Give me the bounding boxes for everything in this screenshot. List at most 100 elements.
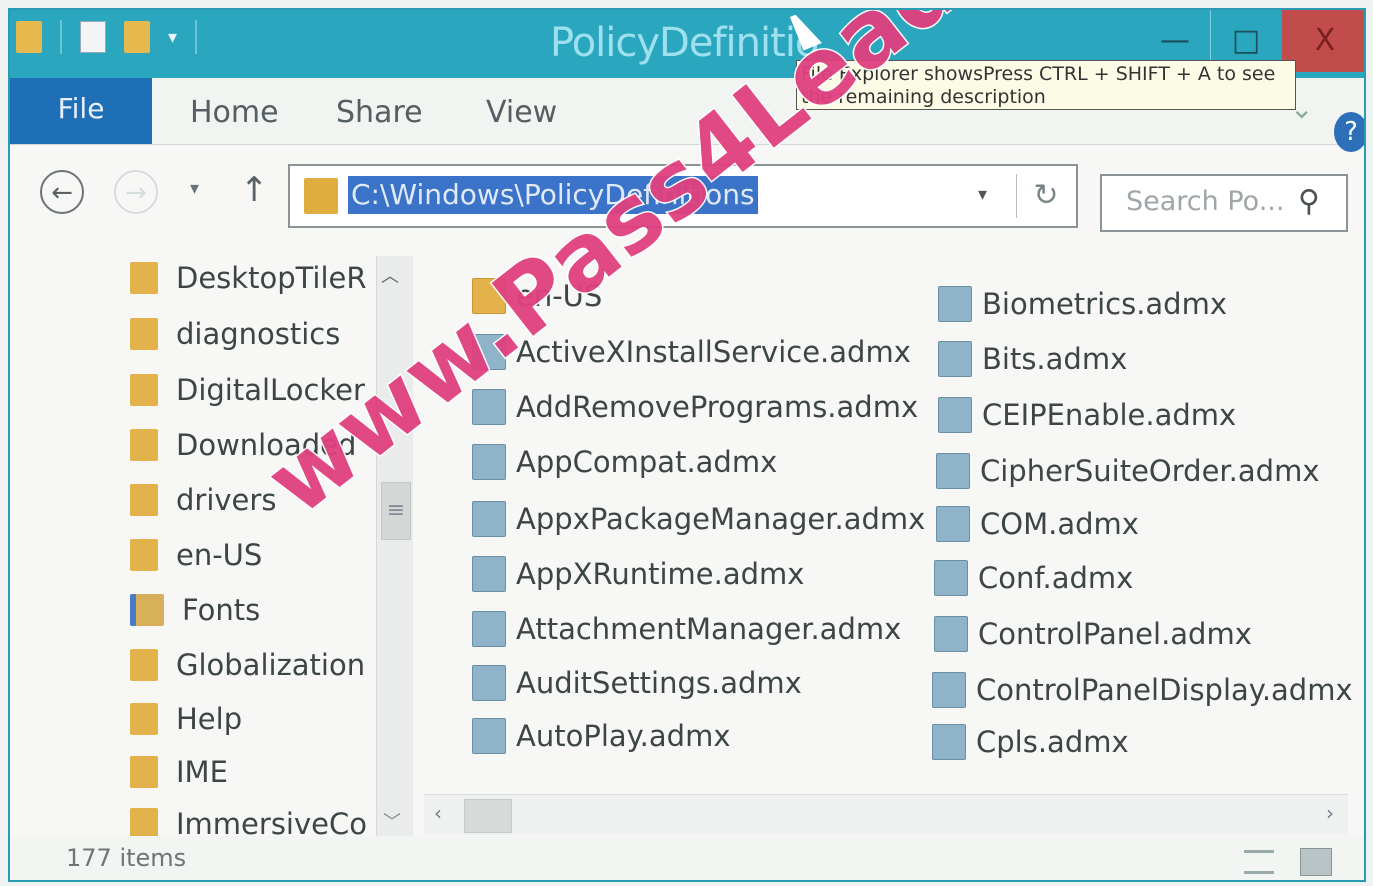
properties-icon[interactable] <box>80 21 106 53</box>
details-view-icon[interactable] <box>1244 850 1274 874</box>
nav-item[interactable]: drivers <box>130 476 276 524</box>
status-bar: 177 items <box>10 836 1364 880</box>
list-item[interactable]: Biometrics.admx <box>938 280 1227 328</box>
admx-file-icon <box>472 611 506 647</box>
nav-item[interactable]: Fonts <box>130 586 260 634</box>
folder-icon <box>130 429 158 461</box>
nav-item[interactable]: ImmersiveCo <box>130 800 367 840</box>
list-item[interactable]: Cpls.admx <box>932 718 1129 766</box>
new-folder-icon[interactable] <box>124 21 150 53</box>
tab-view[interactable]: View <box>486 78 557 144</box>
file-name: AutoPlay.admx <box>516 719 731 753</box>
file-name: ControlPanel.admx <box>978 617 1252 651</box>
scroll-thumb[interactable]: ≡ <box>381 482 411 540</box>
folder-icon[interactable] <box>16 21 42 53</box>
list-item[interactable]: AddRemovePrograms.admx <box>472 383 918 431</box>
nav-item[interactable]: DesktopTileR <box>130 254 367 302</box>
file-name: AttachmentManager.admx <box>516 612 902 646</box>
file-name: AppCompat.admx <box>516 445 778 479</box>
divider <box>195 20 198 54</box>
search-icon[interactable]: ⚲ <box>1298 184 1320 219</box>
tab-file[interactable]: File <box>10 78 152 144</box>
nav-item-label: Fonts <box>182 593 261 627</box>
quick-access-toolbar: ▾ <box>16 20 198 54</box>
nav-item[interactable]: diagnostics <box>130 310 340 358</box>
search-placeholder: Search Po... <box>1126 186 1285 217</box>
admx-file-icon <box>936 506 970 542</box>
scroll-up-icon[interactable]: ︿ <box>381 262 399 288</box>
list-item[interactable]: AppxPackageManager.admx <box>472 495 925 543</box>
admx-file-icon <box>938 397 972 433</box>
nav-item-label: Globalization <box>176 648 366 682</box>
tab-home[interactable]: Home <box>190 78 279 144</box>
list-item[interactable]: AppCompat.admx <box>472 438 777 486</box>
folder-icon <box>130 756 158 788</box>
admx-file-icon <box>938 286 972 322</box>
fonts-folder-icon <box>130 594 164 626</box>
file-name: Biometrics.admx <box>982 287 1227 321</box>
nav-item[interactable]: en-US <box>130 531 262 579</box>
list-item[interactable]: COM.admx <box>936 500 1139 548</box>
back-button[interactable]: ← <box>40 170 84 214</box>
admx-file-icon <box>472 718 506 754</box>
item-count: 177 items <box>66 844 187 872</box>
admx-file-icon <box>472 556 506 592</box>
address-dropdown-icon[interactable]: ▾ <box>978 184 987 205</box>
nav-item-label: IME <box>176 755 228 789</box>
list-item[interactable]: AttachmentManager.admx <box>472 605 901 653</box>
file-name: ControlPanelDisplay.admx <box>976 673 1353 707</box>
refresh-button[interactable]: ↻ <box>1016 174 1075 218</box>
folder-icon <box>130 374 158 406</box>
search-input[interactable]: Search Po... ⚲ <box>1100 174 1348 232</box>
file-name: AddRemovePrograms.admx <box>516 390 919 424</box>
tab-share[interactable]: Share <box>336 78 423 144</box>
list-item[interactable]: ControlPanel.admx <box>934 610 1252 658</box>
list-item[interactable]: AutoPlay.admx <box>472 712 730 760</box>
horizontal-scrollbar[interactable]: ‹ › <box>424 794 1348 835</box>
folder-icon <box>130 318 158 350</box>
admx-file-icon <box>472 665 506 701</box>
file-name: AppXRuntime.admx <box>516 557 805 591</box>
scroll-left-icon[interactable]: ‹ <box>434 801 442 825</box>
nav-item-label: DesktopTileR <box>176 261 367 295</box>
recent-locations-icon[interactable]: ▾ <box>190 178 199 199</box>
nav-item-label: diagnostics <box>176 317 341 351</box>
folder-icon <box>130 484 158 516</box>
file-name: CEIPEnable.admx <box>982 398 1237 432</box>
scroll-thumb[interactable] <box>464 799 512 833</box>
folder-icon <box>130 703 158 735</box>
file-name: Bits.admx <box>982 342 1128 376</box>
file-name: AuditSettings.admx <box>516 666 802 700</box>
file-name: COM.admx <box>980 507 1139 541</box>
list-item[interactable]: CipherSuiteOrder.admx <box>936 447 1319 495</box>
nav-item-label: en-US <box>176 538 263 572</box>
list-item[interactable]: Conf.admx <box>934 554 1133 602</box>
admx-file-icon <box>936 453 970 489</box>
list-item[interactable]: Bits.admx <box>938 335 1127 383</box>
nav-item[interactable]: Globalization <box>130 641 365 689</box>
scroll-right-icon[interactable]: › <box>1326 801 1334 825</box>
up-button[interactable]: ↑ <box>240 170 269 210</box>
list-item[interactable]: ControlPanelDisplay.admx <box>932 666 1353 714</box>
list-item[interactable]: AppXRuntime.admx <box>472 550 804 598</box>
nav-item[interactable]: Help <box>130 695 242 743</box>
scroll-down-icon[interactable]: ﹀ <box>383 808 401 834</box>
file-name: Cpls.admx <box>976 725 1129 759</box>
list-item[interactable]: CEIPEnable.admx <box>938 391 1236 439</box>
navigation-pane: DesktopTileR diagnostics DigitalLocker D… <box>130 248 414 840</box>
nav-item-label: drivers <box>176 483 277 517</box>
folder-icon <box>130 262 158 294</box>
list-item[interactable]: AuditSettings.admx <box>472 659 802 707</box>
folder-icon <box>304 178 338 214</box>
admx-file-icon <box>934 616 968 652</box>
file-name: CipherSuiteOrder.admx <box>980 454 1320 488</box>
admx-file-icon <box>938 341 972 377</box>
folder-icon <box>130 539 158 571</box>
file-name: ActiveXInstallService.admx <box>516 335 911 369</box>
customize-toolbar-icon[interactable]: ▾ <box>168 27 177 48</box>
nav-item[interactable]: IME <box>130 748 228 796</box>
forward-button[interactable]: → <box>114 170 158 214</box>
large-icons-view-icon[interactable] <box>1300 848 1332 876</box>
admx-file-icon <box>934 560 968 596</box>
help-icon[interactable]: ? <box>1334 112 1364 152</box>
